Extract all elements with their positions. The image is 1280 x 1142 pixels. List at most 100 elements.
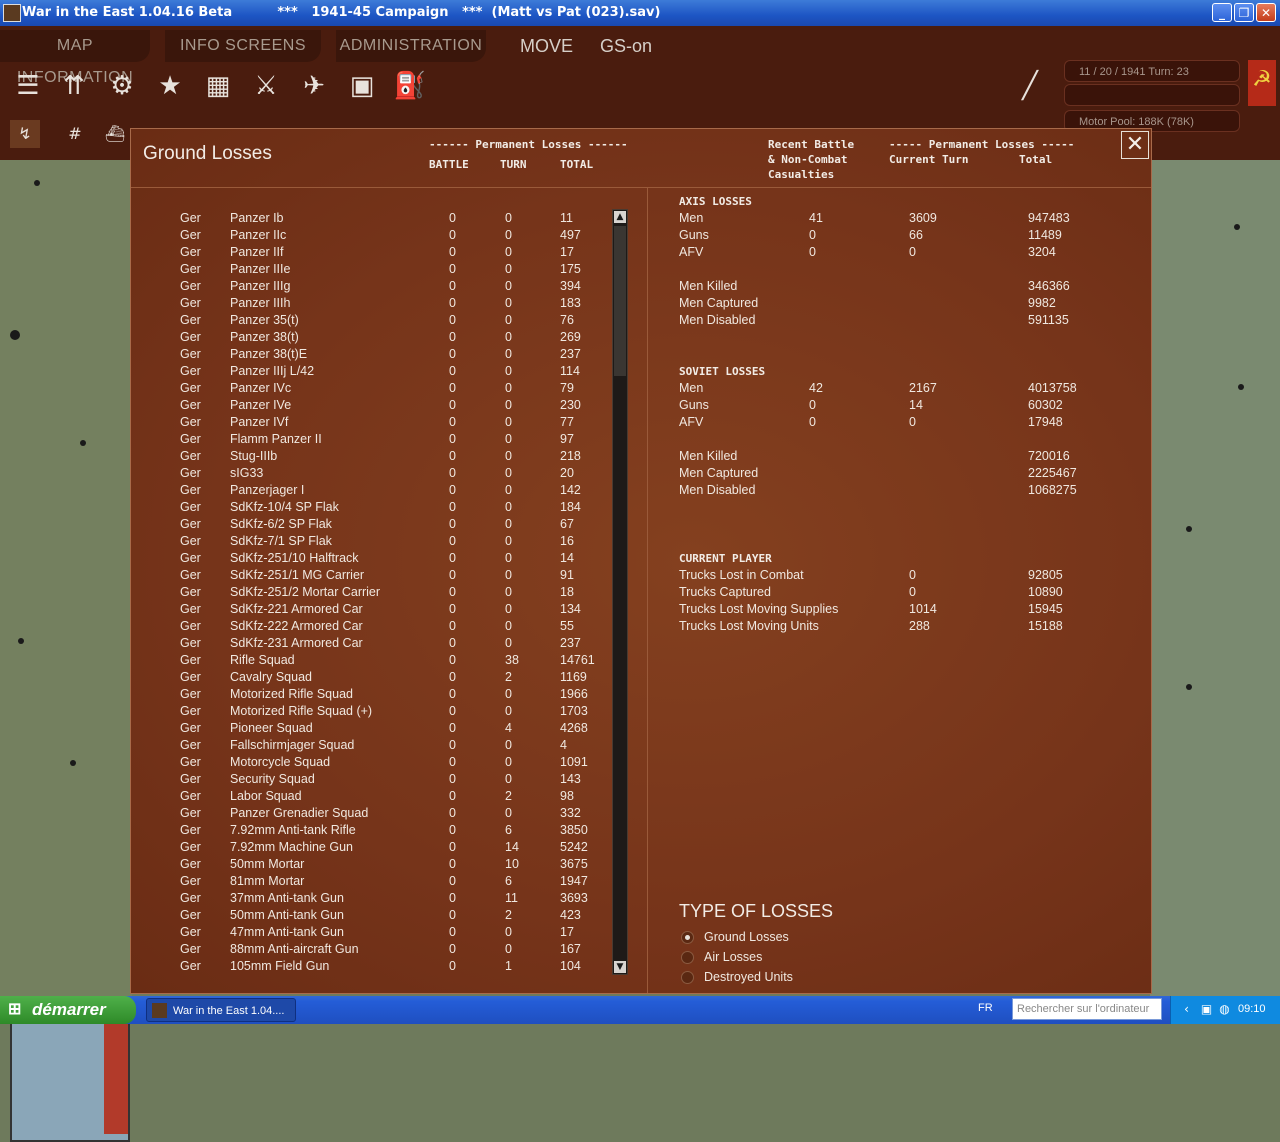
scroll-thumb[interactable] <box>614 226 626 376</box>
list-item[interactable]: Ger Rifle Squad 0 38 14761 <box>131 653 611 670</box>
total-losses: 591135 <box>1028 313 1069 327</box>
turn-losses: 10 <box>505 857 519 871</box>
list-item[interactable]: Ger Security Squad 0 0 143 <box>131 772 611 789</box>
gear-icon[interactable]: ⚙ <box>102 66 142 106</box>
list-item[interactable]: Ger Motorized Rifle Squad 0 0 1966 <box>131 687 611 704</box>
list-item[interactable]: Ger Labor Squad 0 2 98 <box>131 789 611 806</box>
minimize-button[interactable]: _ <box>1212 3 1232 22</box>
stat-label: Trucks Lost in Combat <box>679 568 804 582</box>
turn-losses: 0 <box>505 704 512 718</box>
list-item[interactable]: Ger SdKfz-251/10 Halftrack 0 0 14 <box>131 551 611 568</box>
search-input[interactable]: Rechercher sur l'ordinateur <box>1012 998 1162 1020</box>
ship-f3-icon[interactable]: ⛴ <box>100 120 130 148</box>
type-of-losses-title: TYPE OF LOSSES <box>679 901 834 921</box>
battle-losses: 0 <box>449 840 456 854</box>
list-item[interactable]: Ger 50mm Mortar 0 10 3675 <box>131 857 611 874</box>
map-city <box>10 330 20 340</box>
unit-name: 7.92mm Machine Gun <box>230 840 353 854</box>
battle-losses: 0 <box>449 806 456 820</box>
loss-type-radio[interactable] <box>681 951 694 964</box>
maximize-button[interactable]: ❐ <box>1234 3 1254 22</box>
total-losses: 720016 <box>1028 449 1070 463</box>
factory-icon[interactable]: ▦ <box>198 66 238 106</box>
list-item[interactable]: Ger 7.92mm Anti-tank Rifle 0 6 3850 <box>131 823 611 840</box>
list-item[interactable]: Ger Flamm Panzer II 0 0 97 <box>131 432 611 449</box>
list-item[interactable]: Ger 81mm Mortar 0 6 1947 <box>131 874 611 891</box>
gs-on-toggle[interactable]: GS-on <box>600 36 652 57</box>
loss-type-label[interactable]: Destroyed Units <box>704 970 793 984</box>
list-item[interactable]: Ger SdKfz-231 Armored Car 0 0 237 <box>131 636 611 653</box>
list-item[interactable]: Ger 37mm Anti-tank Gun 0 11 3693 <box>131 891 611 908</box>
scroll-up-icon[interactable]: ▲ <box>614 211 626 223</box>
map-right[interactable] <box>1150 160 1280 996</box>
star-icon[interactable]: ★ <box>150 66 190 106</box>
info-screens-tab[interactable]: INFO SCREENS <box>165 30 321 62</box>
unit-name: Panzer IIIj L/42 <box>230 364 315 378</box>
map-information-tab[interactable]: MAP INFORMATION <box>0 30 150 86</box>
turn-losses: 0 <box>505 687 512 701</box>
window-title-bar[interactable]: War in the East 1.04.16 Beta *** 1941-45… <box>0 0 1280 26</box>
pump-icon[interactable]: ⛽ <box>390 66 430 106</box>
unit-nationality: Ger <box>180 500 201 514</box>
list-item[interactable]: Ger Fallschirmjager Squad 0 0 4 <box>131 738 611 755</box>
fuel-icon[interactable]: ▣ <box>342 66 382 106</box>
unit-nationality: Ger <box>180 364 201 378</box>
rail-f2-icon[interactable]: # <box>60 120 90 148</box>
list-item[interactable]: Ger Motorized Rifle Squad (+) 0 0 1703 <box>131 704 611 721</box>
list-item[interactable]: Ger 105mm Field Gun 0 1 104 <box>131 959 611 976</box>
list-item[interactable]: Ger 7.92mm Machine Gun 0 14 5242 <box>131 840 611 857</box>
list-item[interactable]: Ger Panzer 38(t)E 0 0 237 <box>131 347 611 364</box>
list-item[interactable]: Ger Panzer Grenadier Squad 0 0 332 <box>131 806 611 823</box>
list-item[interactable]: Ger Panzer IIIj L/42 0 0 114 <box>131 364 611 381</box>
battle-losses: 0 <box>449 262 456 276</box>
list-item[interactable]: Ger Cavalry Squad 0 2 1169 <box>131 670 611 687</box>
list-item[interactable]: Ger 50mm Anti-tank Gun 0 2 423 <box>131 908 611 925</box>
list-item[interactable]: Ger SdKfz-6/2 SP Flak 0 0 67 <box>131 517 611 534</box>
battle-losses: 0 <box>449 857 456 871</box>
close-window-button[interactable]: ✕ <box>1256 3 1276 22</box>
list-item[interactable]: Ger SdKfz-7/1 SP Flak 0 0 16 <box>131 534 611 551</box>
map-left[interactable] <box>0 160 132 1142</box>
list-scrollbar[interactable]: ▲ ▼ <box>612 209 628 975</box>
unit-name: 50mm Mortar <box>230 857 305 871</box>
list-item[interactable]: Ger Pioneer Squad 0 4 4268 <box>131 721 611 738</box>
list-item[interactable]: Ger SdKfz-10/4 SP Flak 0 0 184 <box>131 500 611 517</box>
scroll-down-icon[interactable]: ▼ <box>614 961 626 973</box>
start-button[interactable]: ⊞ démarrer <box>0 996 136 1024</box>
arrow-f1-icon[interactable]: ↯ <box>10 120 40 148</box>
aircraft-icon[interactable]: ✈ <box>294 66 334 106</box>
loss-type-label[interactable]: Air Losses <box>704 950 762 964</box>
globe-icon[interactable]: ◍ <box>1217 1002 1232 1017</box>
network-icon[interactable]: ▣ <box>1199 1002 1214 1017</box>
total-losses: 60302 <box>1028 398 1063 412</box>
total-losses: 1169 <box>560 670 587 684</box>
stack-icon[interactable]: ☰ <box>8 66 48 106</box>
loss-type-radio[interactable] <box>681 971 694 984</box>
stat-row: AFV 0 0 17948 <box>131 415 1063 432</box>
unit-nationality: Ger <box>180 551 201 565</box>
taskbar-item-war-in-the-east[interactable]: War in the East 1.04.... <box>146 998 296 1022</box>
list-item[interactable]: Ger 88mm Anti-aircraft Gun 0 0 167 <box>131 942 611 959</box>
loss-type-radio[interactable] <box>681 931 694 944</box>
crossed-swords-icon[interactable]: ⚔ <box>246 66 286 106</box>
current-turn-losses: 0 <box>909 585 916 599</box>
stat-label: Trucks Lost Moving Units <box>679 619 819 633</box>
total-losses: 17948 <box>1028 415 1063 429</box>
unit-name: Pioneer Squad <box>230 721 313 735</box>
list-item[interactable]: Ger Panzer 38(t) 0 0 269 <box>131 330 611 347</box>
total-losses: 237 <box>560 347 581 361</box>
battle-losses: 0 <box>449 942 456 956</box>
list-item[interactable]: Ger 47mm Anti-tank Gun 0 0 17 <box>131 925 611 942</box>
total-losses: 16 <box>560 534 574 548</box>
administration-tab[interactable]: ADMINISTRATION <box>336 30 486 62</box>
pencil-icon[interactable]: ╱ <box>1010 66 1050 106</box>
language-indicator[interactable]: FR <box>978 1002 993 1014</box>
list-item[interactable]: Ger Panzer IIIe 0 0 175 <box>131 262 611 279</box>
units-icon[interactable]: ⇈ <box>54 66 94 106</box>
move-mode-label[interactable]: MOVE <box>520 36 573 57</box>
loss-type-label[interactable]: Ground Losses <box>704 930 789 944</box>
turn-losses: 0 <box>505 925 512 939</box>
arrow-left-icon[interactable]: ‹ <box>1179 1002 1194 1017</box>
close-icon[interactable]: ✕ <box>1121 131 1149 159</box>
list-item[interactable]: Ger Motorcycle Squad 0 0 1091 <box>131 755 611 772</box>
